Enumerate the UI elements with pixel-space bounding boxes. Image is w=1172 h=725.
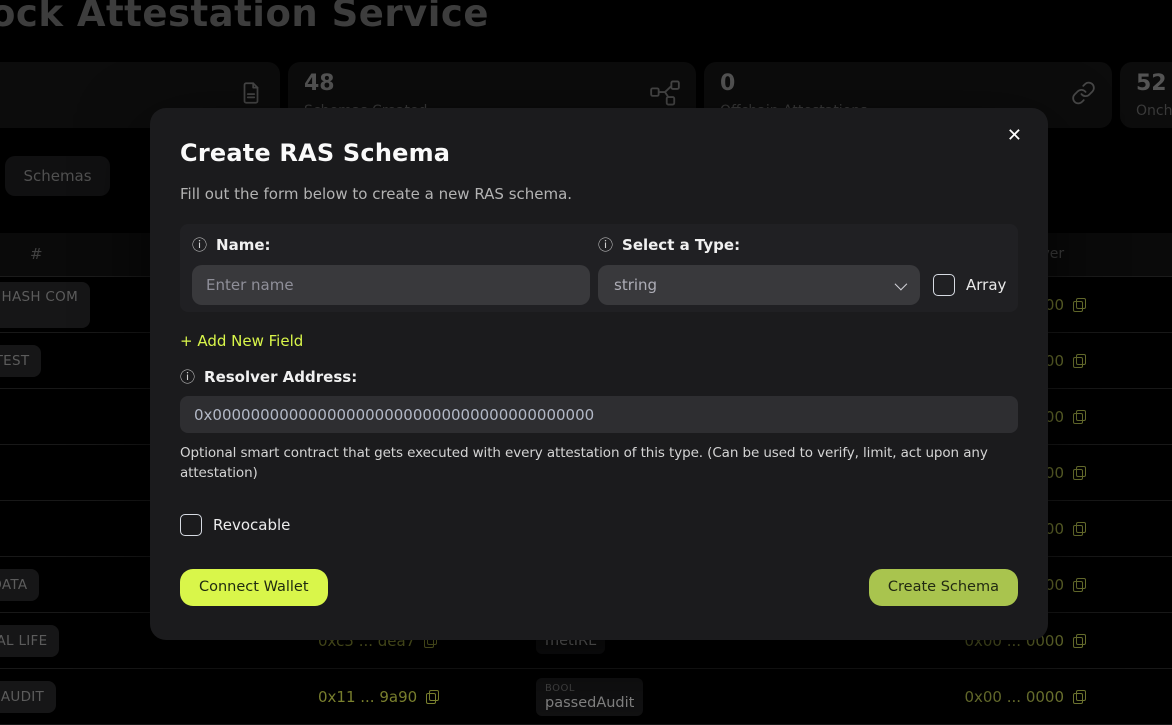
type-select-value: string xyxy=(614,276,657,294)
resolver-help-text: Optional smart contract that gets execut… xyxy=(180,444,992,484)
type-select[interactable]: string xyxy=(598,265,920,305)
stat-value: 0 xyxy=(720,71,735,96)
copy-icon[interactable] xyxy=(1073,522,1086,536)
copy-icon[interactable] xyxy=(1073,354,1086,368)
resolver-label-row: ⓘ Resolver Address: xyxy=(180,368,1018,386)
field-name: passedAudit xyxy=(545,695,634,711)
schema-name-badge: E DATA xyxy=(0,569,39,601)
revocable-checkbox[interactable] xyxy=(180,514,202,536)
network-icon xyxy=(650,80,680,110)
name-label-row: ⓘ Name: xyxy=(192,236,590,254)
resolver-address-input[interactable] xyxy=(180,396,1018,433)
schema-field-chip: BOOL passedAudit xyxy=(536,678,643,716)
copy-icon[interactable] xyxy=(1073,690,1086,704)
stat-value: 48 xyxy=(304,71,335,96)
schema-uid-text: 0x11 ... 9a90 xyxy=(318,688,417,706)
info-icon: ⓘ xyxy=(180,370,195,385)
name-label: Name: xyxy=(216,236,270,254)
stat-label: Onchain Attestations xyxy=(1136,103,1172,119)
modal-subtitle: Fill out the form below to create a new … xyxy=(180,185,1018,203)
copy-icon[interactable] xyxy=(1073,298,1086,312)
schema-uid-link[interactable]: 0x11 ... 9a90 xyxy=(318,688,439,706)
resolver-value: 0x00 ... 0000 xyxy=(964,688,1064,706)
resolver-address-link[interactable]: 0x00 ... 0000 xyxy=(964,688,1086,706)
stat-value: 52 xyxy=(1136,71,1167,96)
revocable-label: Revocable xyxy=(213,516,290,534)
resolver-address-label: Resolver Address: xyxy=(204,368,357,386)
schema-name-badge: A_TEST xyxy=(0,345,41,377)
connect-wallet-button[interactable]: Connect Wallet xyxy=(180,569,328,606)
add-new-field-button[interactable]: + Add New Field xyxy=(180,332,303,350)
link-icon xyxy=(1071,81,1096,110)
info-icon: ⓘ xyxy=(192,238,207,253)
document-icon xyxy=(238,79,264,111)
type-label-row: ⓘ Select a Type: xyxy=(598,236,1006,254)
copy-icon[interactable] xyxy=(426,690,439,704)
column-header-number: # xyxy=(30,245,43,263)
info-icon: ⓘ xyxy=(598,238,613,253)
schema-field-group: ⓘ Name: ⓘ Select a Type: string Array xyxy=(180,224,1018,312)
array-label: Array xyxy=(966,276,1006,294)
copy-icon[interactable] xyxy=(1073,410,1086,424)
modal-title: Create RAS Schema xyxy=(180,108,1018,167)
chevron-down-icon xyxy=(895,277,908,290)
schema-name-badge: REAL LIFE xyxy=(0,625,59,657)
copy-icon[interactable] xyxy=(1073,634,1086,648)
create-schema-button[interactable]: Create Schema xyxy=(869,569,1018,606)
stat-card-onchain: 52 Onchain Attestations xyxy=(1120,62,1172,128)
type-label: Select a Type: xyxy=(622,236,740,254)
field-type-tag: BOOL xyxy=(545,683,634,694)
schema-name-badge: NT HASH COM xyxy=(0,282,90,328)
name-input[interactable] xyxy=(192,265,590,305)
page-title: ock Attestation Service xyxy=(0,0,489,35)
schema-name-badge: CT AUDIT xyxy=(0,681,56,713)
table-row: CT AUDIT 0x11 ... 9a90 BOOL passedAudit … xyxy=(0,669,1172,725)
close-icon[interactable]: ✕ xyxy=(1005,125,1024,147)
copy-icon[interactable] xyxy=(1073,466,1086,480)
array-checkbox[interactable] xyxy=(933,274,955,296)
create-ras-schema-modal: ✕ Create RAS Schema Fill out the form be… xyxy=(150,108,1048,640)
copy-icon[interactable] xyxy=(1073,578,1086,592)
tab-schemas[interactable]: Schemas xyxy=(5,156,110,196)
